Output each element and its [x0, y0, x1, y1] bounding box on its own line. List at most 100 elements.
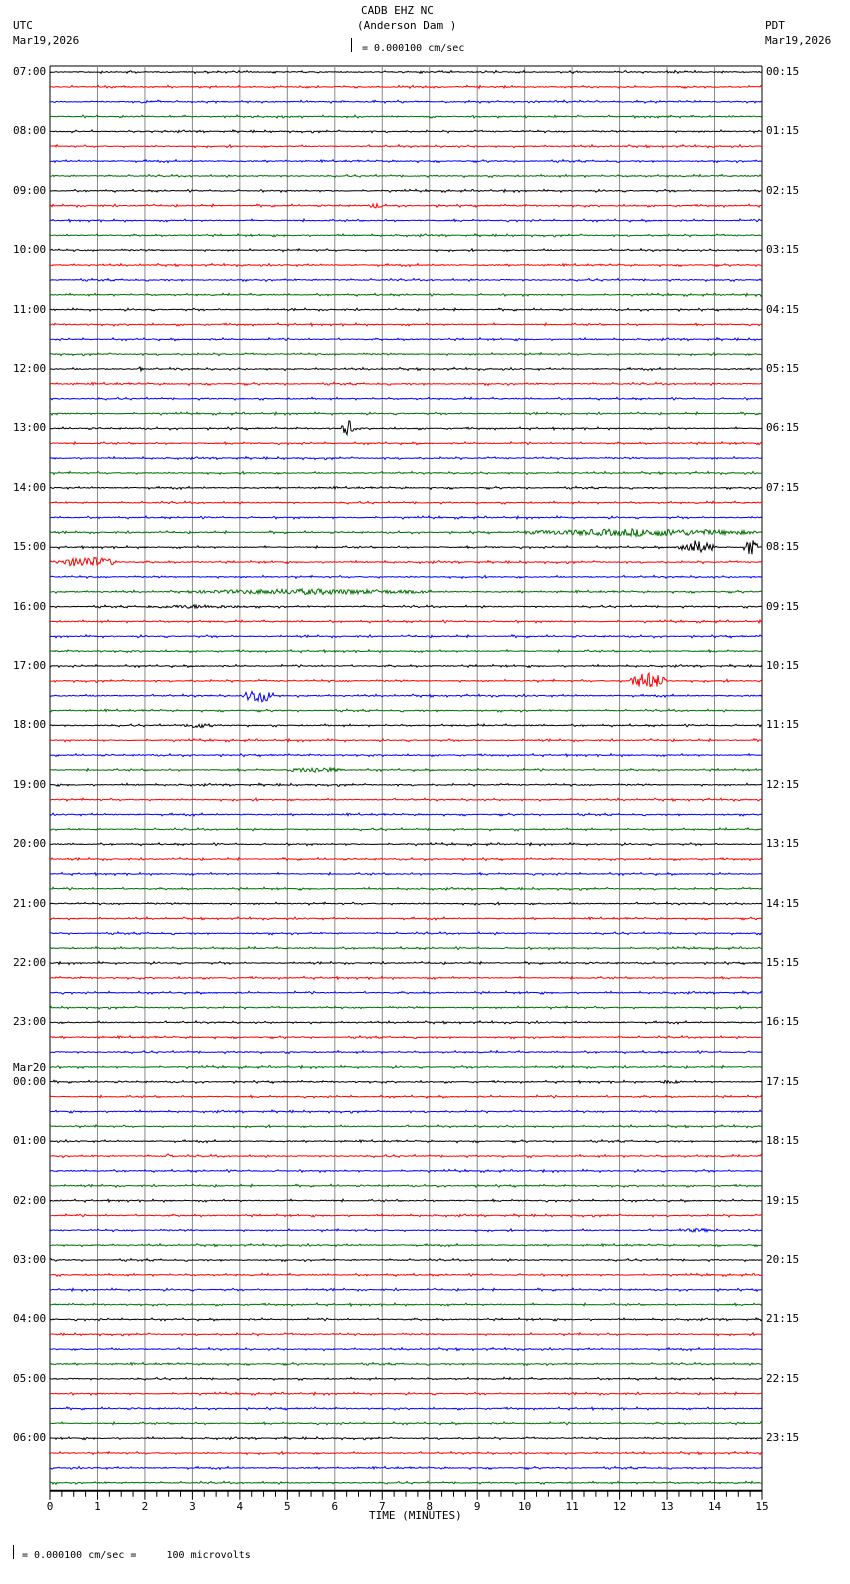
trace-line	[49, 975, 763, 981]
utc-hour-label: 02:00	[13, 1193, 47, 1207]
trace-line	[49, 411, 763, 417]
trace-line	[49, 752, 763, 758]
trace-line	[49, 663, 763, 669]
utc-hour-label: 23:00	[13, 1015, 47, 1029]
trace-line	[49, 648, 763, 654]
trace-line	[49, 232, 763, 238]
seismogram-plot: 0 1 2 3 4 5 6 7 8 9 10 11 12 13 14 15	[47, 65, 769, 1513]
trace-line	[49, 1123, 763, 1129]
utc-hour-label: 14:00	[13, 480, 47, 494]
trace-line	[49, 84, 763, 90]
pdt-hour-label: 10:15	[766, 659, 800, 672]
trace-line	[49, 365, 763, 373]
utc-hour-label: 01:00	[13, 1134, 47, 1148]
trace-line	[49, 618, 763, 625]
x-tick-label: 13	[660, 1500, 673, 1513]
trace-line	[49, 1183, 763, 1189]
trace-line	[49, 1019, 763, 1025]
trace-line	[49, 990, 763, 995]
trace-line	[49, 1108, 763, 1114]
trace-line	[49, 1064, 763, 1070]
trace-line	[49, 470, 763, 476]
pdt-hour-label: 12:15	[766, 777, 800, 791]
trace-line	[49, 737, 763, 743]
trace-line	[49, 69, 763, 75]
pdt-hour-label: 11:15	[766, 718, 800, 732]
trace-line	[49, 217, 763, 224]
pdt-hour-label: 07:15	[766, 480, 800, 494]
pdt-hour-label: 09:15	[766, 599, 800, 613]
utc-hour-label: 19:00	[13, 777, 47, 791]
pdt-hour-label: 01:15	[766, 124, 800, 138]
trace-line	[49, 1168, 763, 1174]
trace-line	[49, 1005, 763, 1010]
trace-line	[49, 1316, 763, 1322]
trace-line	[49, 1302, 763, 1308]
trace-line	[49, 1227, 763, 1233]
pdt-hour-label: 00:15	[766, 65, 800, 78]
trace-line	[50, 540, 762, 555]
trace-line	[49, 114, 763, 119]
trace-line	[49, 930, 763, 936]
trace-line	[49, 901, 763, 906]
trace-line	[49, 173, 763, 179]
trace-line	[49, 1049, 763, 1055]
x-tick-label: 6	[331, 1500, 338, 1513]
x-axis-title: TIME (MINUTES)	[369, 1509, 462, 1522]
x-tick-label: 4	[237, 1500, 244, 1513]
trace-line	[49, 201, 763, 209]
x-tick-label: 9	[474, 1500, 481, 1513]
trace-line	[50, 1435, 763, 1441]
trace-line	[49, 440, 763, 446]
trace-line	[49, 1346, 763, 1352]
utc-hour-label: 00:00	[13, 1074, 47, 1088]
utc-hour-label: 18:00	[13, 718, 47, 732]
utc-hour-label: 05:00	[13, 1371, 47, 1385]
utc-hour-label: 15:00	[13, 540, 47, 554]
trace-line	[49, 1361, 763, 1367]
x-tick-label: 3	[189, 1500, 196, 1513]
trace-line	[49, 1287, 763, 1293]
pdt-hour-label: 21:15	[766, 1312, 800, 1326]
pdt-hour-label: 05:15	[766, 362, 800, 375]
x-tick-label: 2	[142, 1500, 149, 1513]
trace-line	[49, 722, 763, 729]
pdt-hour-label: 15:15	[766, 956, 800, 969]
trace-line	[49, 671, 763, 688]
utc-hour-label: 10:00	[13, 243, 47, 257]
trace-line	[49, 1034, 763, 1040]
trace-line	[49, 158, 763, 164]
x-tick-label: 15	[755, 1500, 768, 1513]
trace-line	[49, 827, 763, 832]
trace-line	[49, 1406, 763, 1412]
utc-hour-label: 22:00	[13, 956, 47, 969]
utc-hour-label: 13:00	[13, 421, 47, 435]
trace-line	[49, 336, 762, 342]
pdt-hour-label: 06:15	[766, 421, 800, 435]
utc-hour-label: 04:00	[13, 1312, 47, 1326]
trace-line	[49, 1480, 763, 1486]
pdt-hour-label: 22:15	[766, 1371, 800, 1385]
trace-line	[49, 915, 763, 921]
date-change-label: Mar20	[13, 1060, 47, 1074]
pdt-hour-label: 14:15	[766, 896, 800, 910]
trace-line	[49, 277, 762, 283]
x-tick-label: 14	[708, 1500, 722, 1513]
trace-line	[49, 587, 763, 596]
trace-line	[49, 262, 763, 268]
utc-hour-label: 21:00	[13, 896, 47, 910]
trace-line	[49, 945, 763, 951]
trace-line	[49, 1198, 763, 1204]
utc-hour-label: 06:00	[13, 1431, 47, 1445]
trace-line	[49, 396, 763, 401]
x-tick-label: 5	[284, 1500, 291, 1513]
x-tick-label: 1	[94, 1500, 101, 1513]
trace-line	[49, 128, 763, 134]
utc-hour-label: 03:00	[13, 1253, 47, 1266]
trace-line	[49, 247, 763, 253]
pdt-hour-label: 03:15	[766, 243, 800, 257]
footer-scale-note: = 0.000100 cm/sec = 100 microvolts	[22, 1550, 251, 1561]
trace-line	[49, 782, 763, 788]
trace-line	[49, 321, 763, 328]
trace-line	[49, 633, 763, 639]
